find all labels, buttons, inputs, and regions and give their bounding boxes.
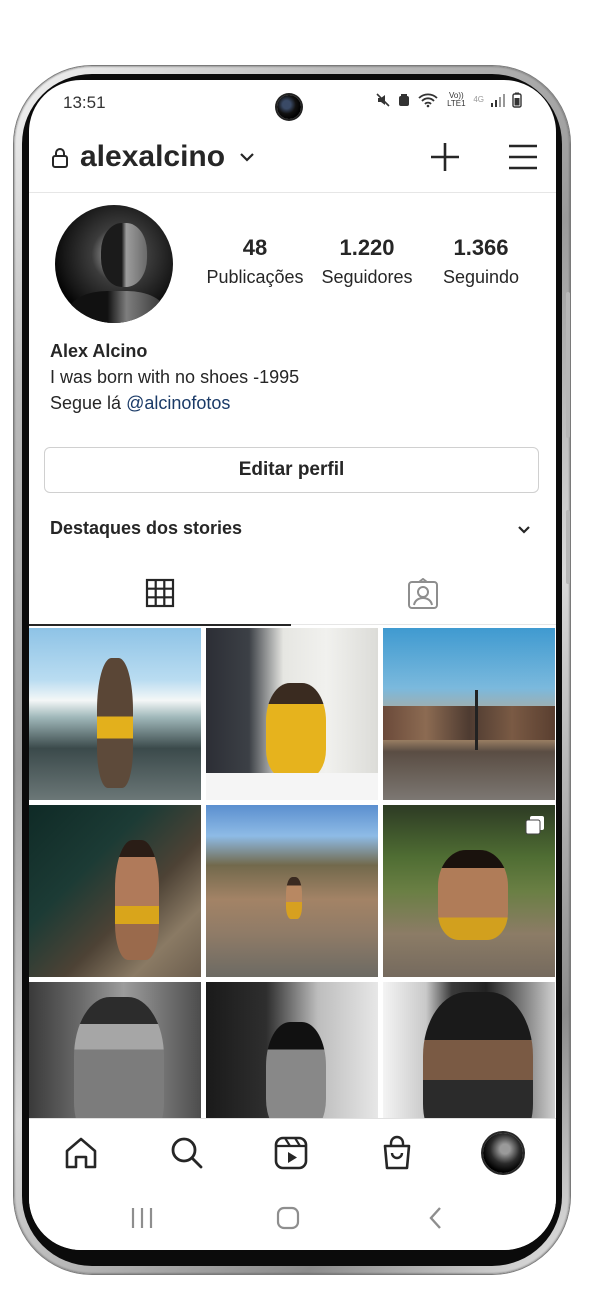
story-highlights-label[interactable]: Destaques dos stories	[50, 518, 242, 539]
network-label: Vo)) LTE1	[447, 91, 466, 108]
back-icon[interactable]	[421, 1204, 451, 1232]
stat-label: Seguidores	[321, 267, 413, 287]
signal-icon	[491, 94, 505, 107]
stat-followers[interactable]: 1.220 Seguidores	[315, 235, 419, 288]
post-thumbnail[interactable]	[206, 628, 378, 800]
tab-tagged[interactable]	[291, 558, 556, 625]
bio-link-line: Segue lá @alcinofotos	[50, 390, 299, 416]
power-button	[566, 510, 570, 584]
stat-posts[interactable]: 48 Publicações	[203, 235, 307, 288]
recent-apps-icon[interactable]	[127, 1204, 157, 1232]
front-camera	[277, 95, 301, 119]
post-thumbnail[interactable]	[383, 805, 555, 977]
phone-screen: 13:51 Vo)) LTE1 4G alexalcino 48 Publica…	[29, 80, 556, 1250]
new-post-icon[interactable]	[428, 140, 462, 174]
reels-icon[interactable]	[271, 1133, 311, 1173]
menu-icon[interactable]	[506, 142, 540, 172]
mute-icon	[376, 93, 390, 107]
stat-value: 1.220	[339, 235, 395, 260]
volume-button	[566, 292, 570, 438]
tab-grid[interactable]	[29, 558, 291, 626]
profile-bio: Alex Alcino I was born with no shoes -19…	[50, 338, 299, 416]
status-icons: Vo)) LTE1 4G	[375, 92, 522, 108]
username-title[interactable]: alexalcino	[80, 140, 225, 174]
home-button-icon[interactable]	[273, 1204, 303, 1232]
stat-label: Publicações	[206, 267, 304, 287]
stat-following[interactable]: 1.366 Seguindo	[429, 235, 533, 288]
system-navigation-bar	[29, 1186, 556, 1250]
bottom-navigation	[29, 1118, 556, 1187]
post-thumbnail[interactable]	[29, 805, 201, 977]
status-bar: 13:51 Vo)) LTE1 4G	[29, 80, 556, 126]
profile-header: alexalcino	[29, 126, 556, 193]
profile-name: Alex Alcino	[50, 341, 148, 361]
post-thumbnail[interactable]	[383, 628, 555, 800]
post-thumbnail[interactable]	[206, 805, 378, 977]
edit-profile-button[interactable]: Editar perfil	[44, 447, 539, 493]
profile-stats: 48 Publicações 1.220 Seguidores 1.366 Se…	[203, 235, 543, 295]
multiple-posts-icon	[525, 816, 544, 835]
wifi-icon	[418, 93, 438, 108]
network-type: 4G	[473, 95, 484, 104]
shop-icon[interactable]	[377, 1133, 417, 1173]
post-thumbnail[interactable]	[29, 982, 201, 1118]
bio-mention-link[interactable]: @alcinofotos	[126, 393, 230, 413]
profile-avatar[interactable]	[55, 205, 173, 323]
status-time: 13:51	[63, 93, 106, 112]
post-thumbnail[interactable]	[206, 982, 378, 1118]
grid-icon	[145, 578, 175, 608]
chevron-down-icon[interactable]	[236, 146, 258, 168]
alarm-icon	[399, 94, 410, 106]
post-thumbnail[interactable]	[383, 982, 555, 1118]
lock-icon	[52, 148, 68, 168]
profile-tabs	[29, 558, 556, 626]
chevron-down-icon[interactable]	[516, 522, 532, 538]
profile-tab-avatar[interactable]	[483, 1133, 523, 1173]
bio-text: I was born with no shoes -1995	[50, 367, 300, 387]
home-icon[interactable]	[61, 1133, 101, 1173]
stat-value: 48	[242, 235, 268, 260]
posts-grid	[29, 628, 556, 1118]
post-thumbnail[interactable]	[29, 628, 201, 800]
tagged-person-icon	[408, 578, 438, 609]
battery-icon	[512, 92, 522, 108]
stat-value: 1.366	[453, 235, 509, 260]
search-icon[interactable]	[167, 1133, 207, 1173]
stat-label: Seguindo	[442, 267, 520, 287]
bio-link-prefix: Segue lá	[50, 393, 127, 413]
